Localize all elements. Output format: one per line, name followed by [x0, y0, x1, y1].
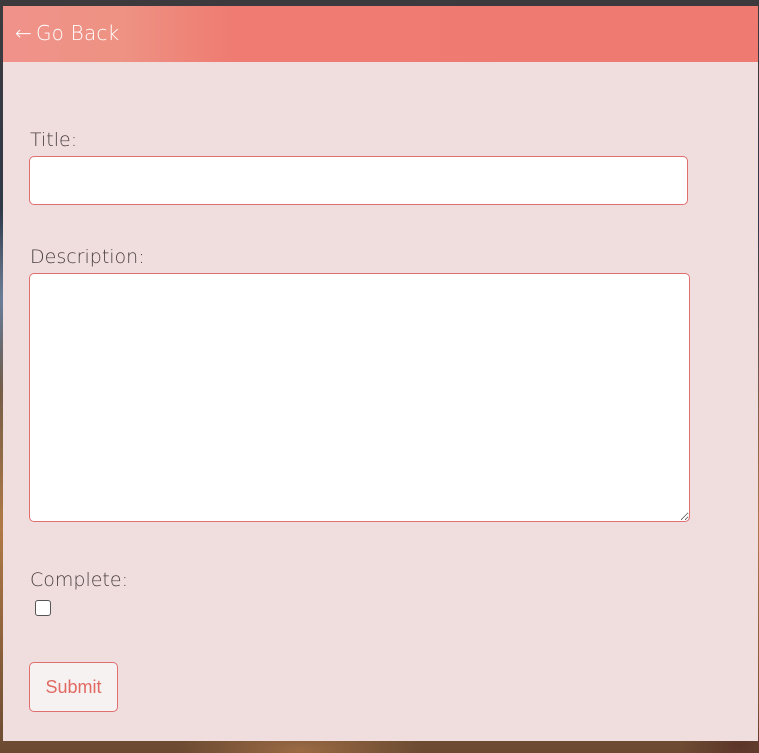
description-label: Description:	[30, 246, 145, 268]
title-label: Title:	[30, 129, 78, 151]
complete-checkbox[interactable]	[35, 600, 51, 616]
title-input[interactable]	[29, 156, 688, 205]
go-back-link[interactable]: ← Go Back	[15, 21, 119, 45]
complete-label: Complete:	[30, 569, 128, 591]
description-textarea[interactable]	[29, 273, 690, 522]
form-card: ← Go Back Title: Description: Complete: S…	[3, 6, 758, 741]
submit-button[interactable]: Submit	[29, 662, 118, 712]
go-back-label: Go Back	[35, 21, 120, 45]
arrow-left-icon: ←	[15, 21, 32, 45]
header-bar: ← Go Back	[3, 6, 758, 62]
